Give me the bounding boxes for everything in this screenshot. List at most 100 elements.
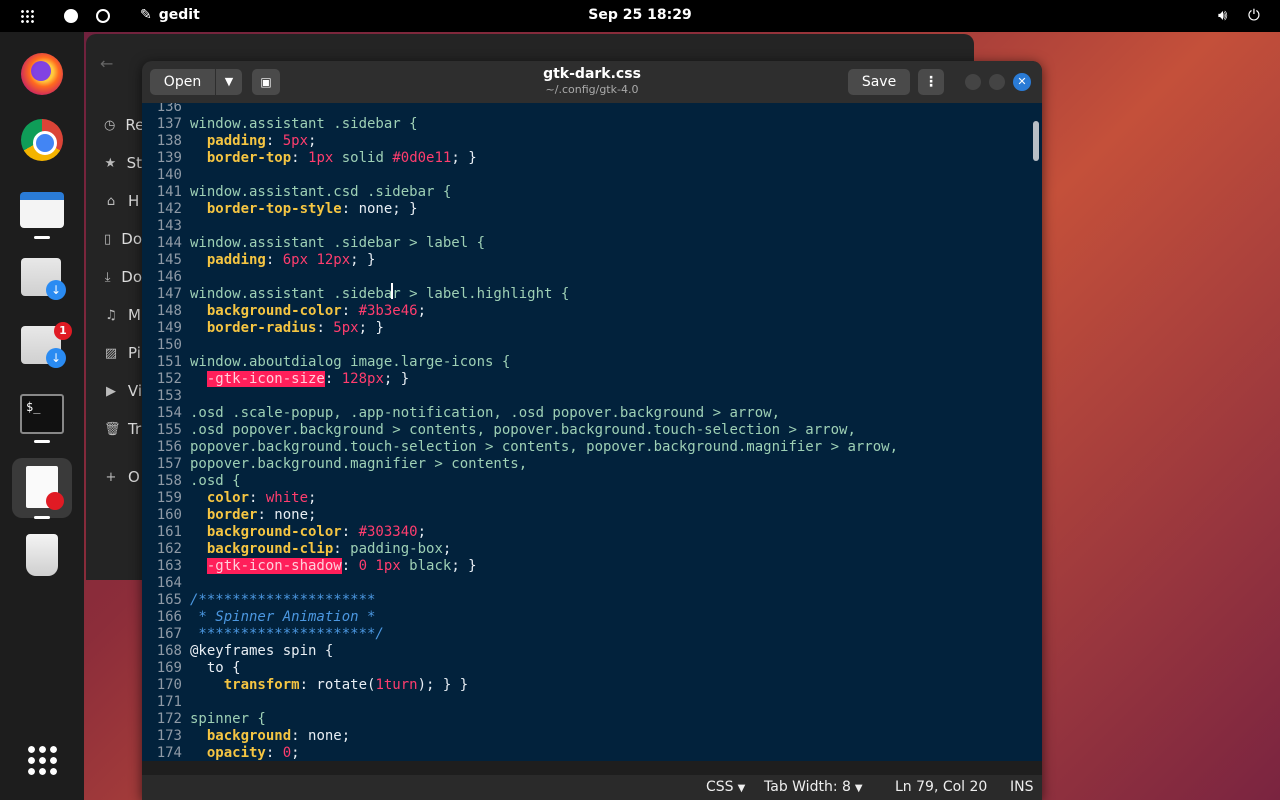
running-indicator bbox=[34, 236, 50, 239]
text-cursor-icon bbox=[391, 283, 397, 299]
code-line: 143 bbox=[142, 218, 1028, 235]
code-token: ; bbox=[417, 303, 427, 319]
dock-downloads-1[interactable]: ↓ bbox=[12, 248, 72, 308]
volume-icon[interactable]: 🔊︎ bbox=[1218, 6, 1227, 24]
files-sidebar-item[interactable]: ★ St bbox=[104, 154, 142, 172]
code-token: .osd popover.background > contents, popo… bbox=[190, 422, 856, 438]
files-sidebar-label: St bbox=[126, 154, 142, 172]
code-line: 157 popover.background.magnifier > conten… bbox=[142, 456, 1028, 473]
status-bar: CSS ▼ Tab Width: 8 ▼ Ln 79, Col 20 INS bbox=[142, 775, 1042, 800]
code-line: 153 bbox=[142, 388, 1028, 405]
files-sidebar-item[interactable]: ▶ Vi bbox=[104, 382, 142, 400]
code-line: 150 bbox=[142, 337, 1028, 354]
code-token: -gtk-icon-shadow bbox=[206, 558, 342, 574]
focused-app-menu[interactable]: ✎ gedit bbox=[140, 7, 200, 23]
tab-width-selector[interactable]: Tab Width: 8 ▼ bbox=[764, 779, 863, 795]
dock-trash[interactable] bbox=[12, 526, 72, 586]
insert-mode-indicator: INS bbox=[1010, 779, 1034, 795]
dock-firefox[interactable] bbox=[12, 44, 72, 104]
new-tab-button[interactable]: ▣ bbox=[252, 69, 280, 95]
dock-terminal[interactable]: $_ bbox=[12, 384, 72, 444]
download-arrow-icon: ↓ bbox=[46, 280, 66, 300]
code-token: spinner { bbox=[190, 711, 266, 727]
workspace-2-indicator-icon[interactable] bbox=[96, 9, 110, 23]
line-number: 152 bbox=[156, 371, 182, 387]
close-button[interactable]: ✕ bbox=[1013, 73, 1031, 91]
files-sidebar-label: Vi bbox=[127, 382, 142, 400]
files-sidebar-item[interactable]: + O bbox=[104, 468, 142, 486]
code-token: 128px bbox=[341, 371, 384, 387]
activities-grid-icon[interactable] bbox=[20, 9, 34, 23]
cursor-position[interactable]: Ln 79, Col 20 bbox=[895, 779, 987, 795]
code-line: 165 /********************* bbox=[142, 592, 1028, 609]
open-button[interactable]: Open ▼ bbox=[150, 69, 242, 95]
code-token: *********************/ bbox=[190, 626, 384, 642]
code-line: 149 border-radius: 5px; } bbox=[142, 320, 1028, 337]
line-number: 146 bbox=[156, 269, 182, 285]
code-token: : bbox=[341, 558, 359, 574]
chevron-down-icon[interactable]: ▼ bbox=[216, 69, 242, 95]
show-applications-icon[interactable] bbox=[26, 744, 58, 776]
code-token: #3b3e46 bbox=[358, 303, 418, 319]
code-token: ; bbox=[308, 133, 317, 149]
code-token: : none; bbox=[291, 728, 351, 744]
back-arrow-icon[interactable]: ← bbox=[100, 54, 126, 80]
running-indicator bbox=[34, 440, 50, 443]
dock-files[interactable] bbox=[12, 180, 72, 240]
files-sidebar-item[interactable]: ▨ Pi bbox=[104, 344, 142, 362]
code-token: : none; } bbox=[341, 201, 418, 217]
files-sidebar-label: H bbox=[128, 192, 140, 210]
code-line: 164 bbox=[142, 575, 1028, 592]
chevron-down-icon: ▼ bbox=[737, 783, 746, 794]
power-icon[interactable]: ⏻ bbox=[1248, 6, 1260, 24]
files-sidebar-item[interactable]: ⌂ H bbox=[104, 192, 142, 210]
dock-chrome[interactable] bbox=[12, 110, 72, 170]
line-number: 166 bbox=[156, 609, 182, 625]
files-sidebar-item[interactable]: 🗑︎ Tr bbox=[104, 420, 142, 438]
code-token: window.assistant .sidebar > label { bbox=[190, 235, 486, 251]
code-line: 138 padding: 5px; bbox=[142, 133, 1028, 150]
line-number: 136 bbox=[156, 103, 182, 115]
minimize-button[interactable] bbox=[965, 74, 981, 90]
files-sidebar-item[interactable]: ▯ Do bbox=[104, 230, 142, 248]
maximize-button[interactable] bbox=[989, 74, 1005, 90]
code-line: 174 opacity: 0; bbox=[142, 745, 1028, 761]
files-sidebar-item[interactable]: ♫ M bbox=[104, 306, 142, 324]
code-editor[interactable]: 136 137 window.assistant .sidebar {138 pad… bbox=[142, 103, 1042, 761]
vertical-scrollbar[interactable] bbox=[1033, 121, 1039, 161]
code-line: 169 to { bbox=[142, 660, 1028, 677]
line-number: 137 bbox=[156, 116, 182, 132]
code-token: to { bbox=[190, 660, 241, 676]
dock-gedit[interactable] bbox=[12, 458, 72, 518]
code-token: .osd .scale-popup, .app-notification, .o… bbox=[190, 405, 781, 421]
clock[interactable]: Sep 25 18:29 bbox=[588, 7, 691, 23]
dock-downloads-2[interactable]: ↓ 1 bbox=[12, 316, 72, 376]
line-number: 147 bbox=[156, 286, 182, 302]
language-selector[interactable]: CSS ▼ bbox=[706, 779, 745, 795]
files-sidebar-item[interactable]: ⤓ Do bbox=[104, 268, 142, 286]
files-sidebar-item[interactable]: ◷ Re bbox=[104, 116, 142, 134]
save-button[interactable]: Save bbox=[848, 69, 910, 95]
code-token: padding bbox=[206, 252, 266, 268]
music-icon: ♫ bbox=[105, 307, 117, 323]
code-line: 146 bbox=[142, 269, 1028, 286]
code-line: 166 * Spinner Animation * bbox=[142, 609, 1028, 626]
code-line: 139 border-top: 1px solid #0d0e11; } bbox=[142, 150, 1028, 167]
code-line: 144 window.assistant .sidebar > label { bbox=[142, 235, 1028, 252]
main-menu-button[interactable]: ⋮ bbox=[918, 69, 944, 95]
document-title: gtk-dark.css bbox=[543, 66, 641, 82]
line-number: 173 bbox=[156, 728, 182, 744]
dock: ↓ ↓ 1 $_ bbox=[0, 32, 84, 800]
code-token: background-color bbox=[206, 524, 342, 540]
workspace-1-indicator-icon[interactable] bbox=[64, 9, 78, 23]
line-number: 143 bbox=[156, 218, 182, 234]
chevron-down-icon: ▼ bbox=[854, 783, 863, 794]
picture-icon: ▨ bbox=[104, 345, 118, 361]
line-number: 162 bbox=[156, 541, 182, 557]
code-line: 162 background-clip: padding-box; bbox=[142, 541, 1028, 558]
